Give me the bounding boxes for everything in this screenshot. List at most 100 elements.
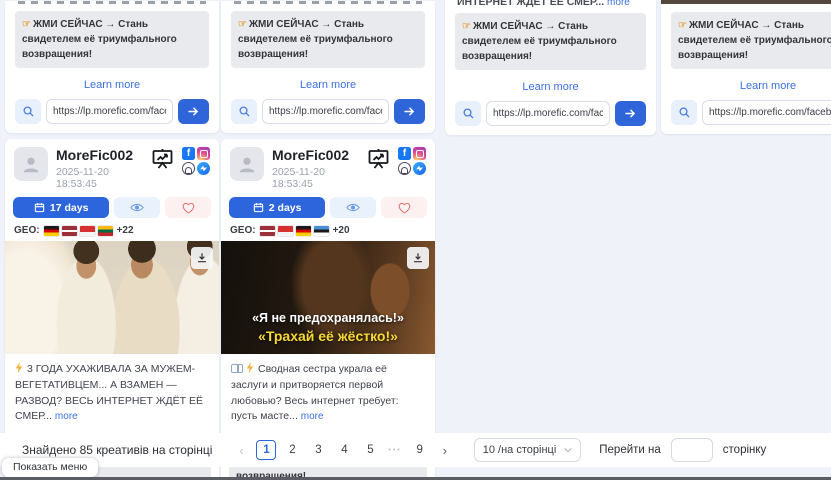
pointing-hand-icon [462, 21, 471, 32]
creative-image: «Я не предохранялась!» «Трахай её жёстко… [221, 241, 435, 354]
lightning-icon [15, 362, 23, 373]
stats-presentation-icon[interactable] [366, 147, 391, 176]
flag-lv-icon [260, 226, 275, 236]
pointing-hand-icon [238, 19, 247, 30]
pointing-hand-icon [678, 20, 687, 31]
profile-name: MoreFic002 [56, 147, 150, 163]
audience-network-icon[interactable] [398, 162, 411, 175]
landing-url-input[interactable] [702, 100, 831, 125]
avatar [14, 147, 48, 181]
favorite-heart-button[interactable] [381, 197, 427, 218]
open-book-icon [231, 364, 243, 373]
instagram-icon[interactable] [413, 147, 426, 160]
cta-box: ЖМИ СЕЙЧАС → Стань свидетелем её триумфа… [671, 12, 831, 69]
facebook-icon[interactable]: f [182, 147, 195, 160]
cta-box: ЖМИ СЕЙЧАС → Стань свидетелем её триумфа… [231, 11, 425, 68]
geo-flags [44, 226, 113, 236]
pagination-bar: Знайдено 85 креативів на сторінці ‹ 1 2 … [0, 433, 831, 467]
learn-more-link[interactable]: Learn more [522, 81, 578, 93]
days-active-button[interactable]: 17 days [13, 197, 109, 218]
favorite-heart-button[interactable] [165, 197, 211, 218]
stats-presentation-icon[interactable] [150, 147, 175, 176]
creative-body-text: 3 ГОДА УХАЖИВАЛА ЗА МУЖЕМ-ВЕГЕТАТИВЦЕМ..… [5, 354, 219, 431]
lightning-icon [246, 362, 254, 373]
page-button-2[interactable]: 2 [282, 440, 302, 460]
cta-box: ЖМИ СЕЙЧАС → Стань свидетелем её триумфа… [15, 11, 209, 68]
download-image-button[interactable] [191, 247, 213, 269]
page-button-4[interactable]: 4 [334, 440, 354, 460]
search-icon[interactable] [671, 100, 697, 125]
more-link[interactable]: more [607, 0, 630, 7]
pointing-hand-icon [22, 19, 31, 30]
views-eye-button[interactable] [330, 197, 376, 218]
search-icon[interactable] [231, 99, 257, 124]
next-page-button[interactable]: › [436, 443, 454, 458]
goto-page-input[interactable] [671, 438, 713, 462]
creative-image [5, 241, 219, 354]
geo-label: GEO: [230, 225, 256, 236]
cta-box: ЖМИ СЕЙЧАС → Стань свидетелем её триумфа… [455, 13, 646, 70]
chevron-down-icon [564, 447, 572, 453]
flag-rd-icon [80, 226, 95, 236]
flag-lt-icon [98, 226, 113, 236]
cta-text: ЖМИ СЕЙЧАС → Стань свидетелем её триумфа… [238, 19, 393, 60]
cta-text: ЖМИ СЕЙЧАС → Стань свидетелем её триумфа… [22, 19, 177, 60]
messenger-icon[interactable] [197, 162, 210, 175]
results-count-text: Знайдено 85 креативів на сторінці [22, 443, 212, 457]
open-url-button[interactable] [615, 101, 646, 126]
per-page-select[interactable]: 10 /на сторінці [474, 438, 582, 462]
show-menu-button[interactable]: Показать меню [2, 458, 98, 477]
profile-name: MoreFic002 [272, 147, 366, 163]
column-2: ЖМИ СЕЙЧАС → Стань свидетелем её триумфа… [221, 0, 435, 480]
creative-timestamp: 2025-11-20 18:53:45 [272, 166, 366, 190]
overlay-line-2: «Трахай её жёстко!» [221, 327, 435, 346]
creative-card: MoreFic002 2025-11-20 18:53:45 f 17 days… [5, 139, 219, 480]
column-3: ИНТЕРНЕТ ЖДЁТ ЕЁ СМЕР... more ЖМИ СЕЙЧАС… [445, 0, 656, 135]
page-button-1[interactable]: 1 [256, 440, 276, 460]
page-button-5[interactable]: 5 [360, 440, 380, 460]
search-icon[interactable] [455, 101, 481, 126]
cta-text: ЖМИ СЕЙЧАС → Стань свидетелем её триумфа… [462, 21, 617, 62]
learn-more-link[interactable]: Learn more [300, 79, 356, 91]
column-1: ЖМИ СЕЙЧАС → Стань свидетелем её триумфа… [5, 0, 219, 480]
more-link[interactable]: more [301, 411, 324, 422]
clipped-text-row: ИНТЕРНЕТ ЖДЁТ ЕЁ СМЕР... more [455, 0, 646, 7]
page-button-3[interactable]: 3 [308, 440, 328, 460]
flag-de-icon [296, 226, 311, 236]
flag-ee-icon [314, 226, 329, 236]
image-text-overlay: «Я не предохранялась!» «Трахай её жёстко… [221, 310, 435, 346]
creative-card: MoreFic002 2025-11-20 18:53:45 f 2 days … [221, 139, 435, 480]
flag-rd-icon [278, 226, 293, 236]
page-button-last[interactable]: 9 [410, 440, 430, 460]
column-4: ЖМИ СЕЙЧАС → Стань свидетелем её триумфа… [661, 0, 831, 134]
facebook-icon[interactable]: f [398, 147, 411, 160]
days-active-button[interactable]: 2 days [229, 197, 325, 218]
geo-extra-count: +20 [333, 225, 350, 236]
landing-url-input[interactable] [486, 101, 610, 126]
download-image-button[interactable] [407, 247, 429, 269]
learn-more-link[interactable]: Learn more [740, 80, 796, 92]
open-url-button[interactable] [178, 99, 209, 124]
search-icon[interactable] [15, 99, 41, 124]
clipped-text-row [18, 1, 206, 4]
geo-flags [260, 226, 329, 236]
learn-more-link[interactable]: Learn more [84, 79, 140, 91]
prev-page-button[interactable]: ‹ [232, 443, 250, 458]
instagram-icon[interactable] [197, 147, 210, 160]
landing-url-input[interactable] [46, 99, 173, 124]
avatar [230, 147, 264, 181]
landing-url-input[interactable] [262, 99, 389, 124]
creative-card-partial: ЖМИ СЕЙЧАС → Стань свидетелем её триумфа… [5, 1, 219, 133]
cta-text: ЖМИ СЕЙЧАС → Стань свидетелем её триумфа… [678, 20, 831, 61]
creative-card-partial: ИНТЕРНЕТ ЖДЁТ ЕЁ СМЕР... more ЖМИ СЕЙЧАС… [445, 0, 656, 135]
views-eye-button[interactable] [114, 197, 160, 218]
more-link[interactable]: more [55, 411, 78, 422]
geo-label: GEO: [14, 225, 40, 236]
pagination-ellipsis[interactable]: ••• [388, 447, 401, 454]
open-url-button[interactable] [394, 99, 425, 124]
audience-network-icon[interactable] [182, 162, 195, 175]
creative-body-text: Сводная сестра украла её заслуги и притв… [221, 354, 435, 431]
overlay-line-1: «Я не предохранялась!» [221, 310, 435, 327]
messenger-icon[interactable] [413, 162, 426, 175]
flag-lv-icon [62, 226, 77, 236]
